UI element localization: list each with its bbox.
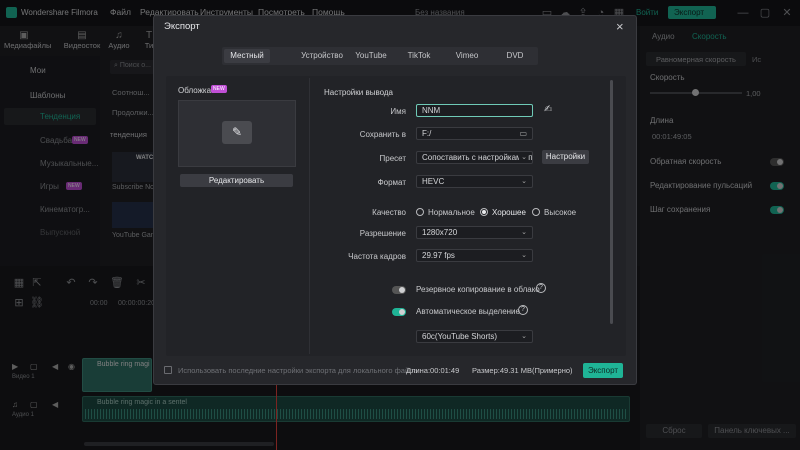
export-duration: Длина:00:01:49 — [406, 366, 460, 375]
chevron-down-icon: ⌄ — [521, 229, 527, 236]
resolution-select[interactable]: 1280x720 ⌄ — [416, 226, 533, 239]
format-label: Формат — [377, 178, 406, 187]
chevron-down-icon: ⌄ — [521, 178, 527, 185]
quality-normal-radio[interactable] — [416, 208, 424, 216]
cloud-backup-toggle[interactable] — [392, 286, 406, 294]
highlight-help-icon[interactable]: ? — [518, 305, 528, 315]
quality-high-radio[interactable] — [532, 208, 540, 216]
fps-select[interactable]: 29.97 fps ⌄ — [416, 249, 533, 262]
edit-cover-button[interactable]: Редактировать — [180, 174, 293, 187]
folder-icon[interactable]: ▭ — [519, 128, 527, 139]
tab-tiktok[interactable]: TikTok — [400, 49, 438, 63]
ai-rename-icon[interactable]: ✍ — [544, 104, 552, 115]
export-size: Размер:49.31 MB(Примерно) — [472, 366, 573, 375]
auto-highlight-toggle[interactable] — [392, 308, 406, 316]
quality-good-radio[interactable] — [480, 208, 488, 216]
dialog-close-button[interactable]: × — [616, 19, 624, 34]
close-icon: × — [616, 19, 624, 34]
tab-device[interactable]: Устройство — [300, 49, 344, 63]
tab-dvd[interactable]: DVD — [496, 49, 534, 63]
highlight-duration-select[interactable]: 60с(YouTube Shorts) ⌄ — [416, 330, 533, 343]
quality-high-label[interactable]: Высокое — [544, 208, 576, 217]
resolution-value: 1280x720 — [422, 228, 458, 237]
tab-local[interactable]: Местный — [224, 49, 270, 63]
settings-scrollbar[interactable] — [610, 80, 613, 324]
use-last-settings-label[interactable]: Использовать последние настройки экспорт… — [178, 366, 418, 375]
format-select[interactable]: HEVC ⌄ — [416, 175, 533, 188]
save-path-value: F:/ — [422, 129, 432, 138]
name-label: Имя — [390, 107, 406, 116]
quality-good-label[interactable]: Хорошее — [492, 208, 526, 217]
chevron-down-icon: ⌄ — [521, 333, 527, 340]
quality-label: Качество — [372, 208, 406, 217]
cover-label: Обложка: — [178, 86, 214, 95]
chevron-down-icon: ⌄ — [519, 152, 527, 163]
output-settings-title: Настройки вывода — [324, 88, 393, 97]
cloud-help-icon[interactable]: ? — [536, 283, 546, 293]
resolution-label: Разрешение — [359, 229, 406, 238]
quality-normal-label[interactable]: Нормальное — [428, 208, 475, 217]
preset-select[interactable]: Сопоставить с настройками про ⌄ — [416, 151, 533, 164]
panel-divider — [309, 78, 310, 354]
save-to-label: Сохранить в — [359, 130, 406, 139]
dialog-title: Экспорт — [164, 21, 200, 32]
preset-label: Пресет — [379, 154, 407, 163]
export-dialog: Экспорт × Местный Устройство YouTube Tik… — [153, 15, 637, 385]
tab-youtube[interactable]: YouTube — [352, 49, 390, 63]
cloud-backup-label: Резервное копирование в облако — [416, 285, 540, 294]
name-value: NNM — [422, 106, 441, 115]
name-input[interactable]: NNM — [416, 104, 533, 117]
cover-thumbnail[interactable]: ✎ — [178, 100, 296, 167]
auto-highlight-label: Автоматическое выделение — [416, 307, 520, 316]
save-path-input[interactable]: F:/ ▭ — [416, 127, 533, 140]
fps-label: Частота кадров — [348, 252, 406, 261]
format-value: HEVC — [422, 177, 445, 186]
edit-cover-icon: ✎ — [222, 121, 252, 144]
new-badge: NEW — [211, 85, 227, 93]
export-button[interactable]: Экспорт — [583, 363, 623, 378]
chevron-down-icon: ⌄ — [521, 252, 527, 259]
use-last-settings-checkbox[interactable] — [164, 366, 172, 374]
highlight-duration-value: 60с(YouTube Shorts) — [422, 332, 498, 341]
fps-value: 29.97 fps — [422, 251, 455, 260]
tab-vimeo[interactable]: Vimeo — [448, 49, 486, 63]
settings-button[interactable]: Настройки — [542, 150, 589, 164]
preset-value: Сопоставить с настройками про — [422, 153, 533, 162]
